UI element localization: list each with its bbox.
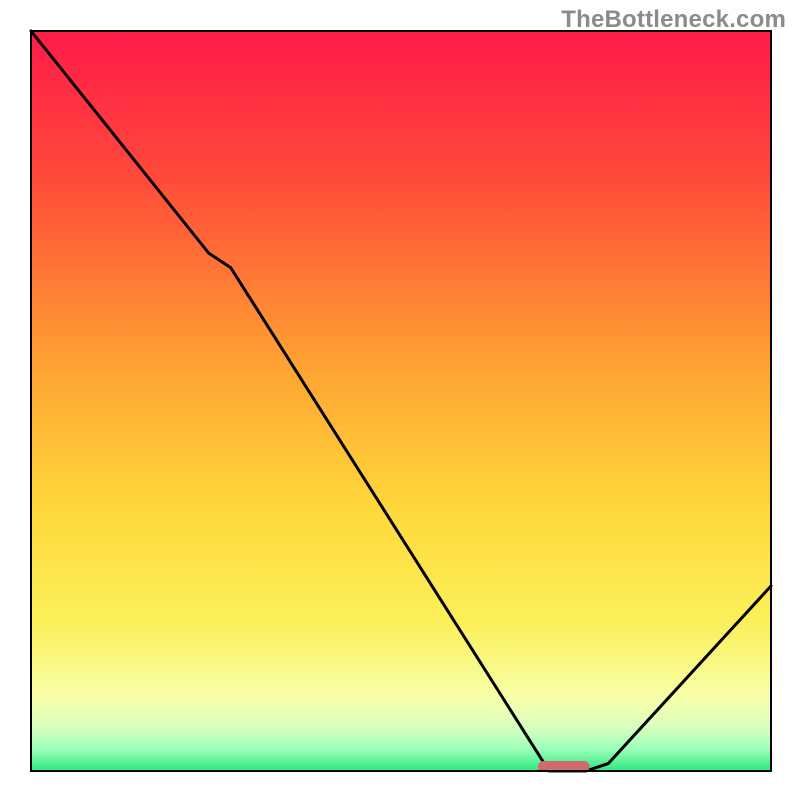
chart-container: TheBottleneck.com [0, 0, 800, 800]
watermark-text: TheBottleneck.com [561, 6, 786, 34]
bottleneck-chart [0, 0, 800, 800]
plot-background [31, 31, 771, 771]
